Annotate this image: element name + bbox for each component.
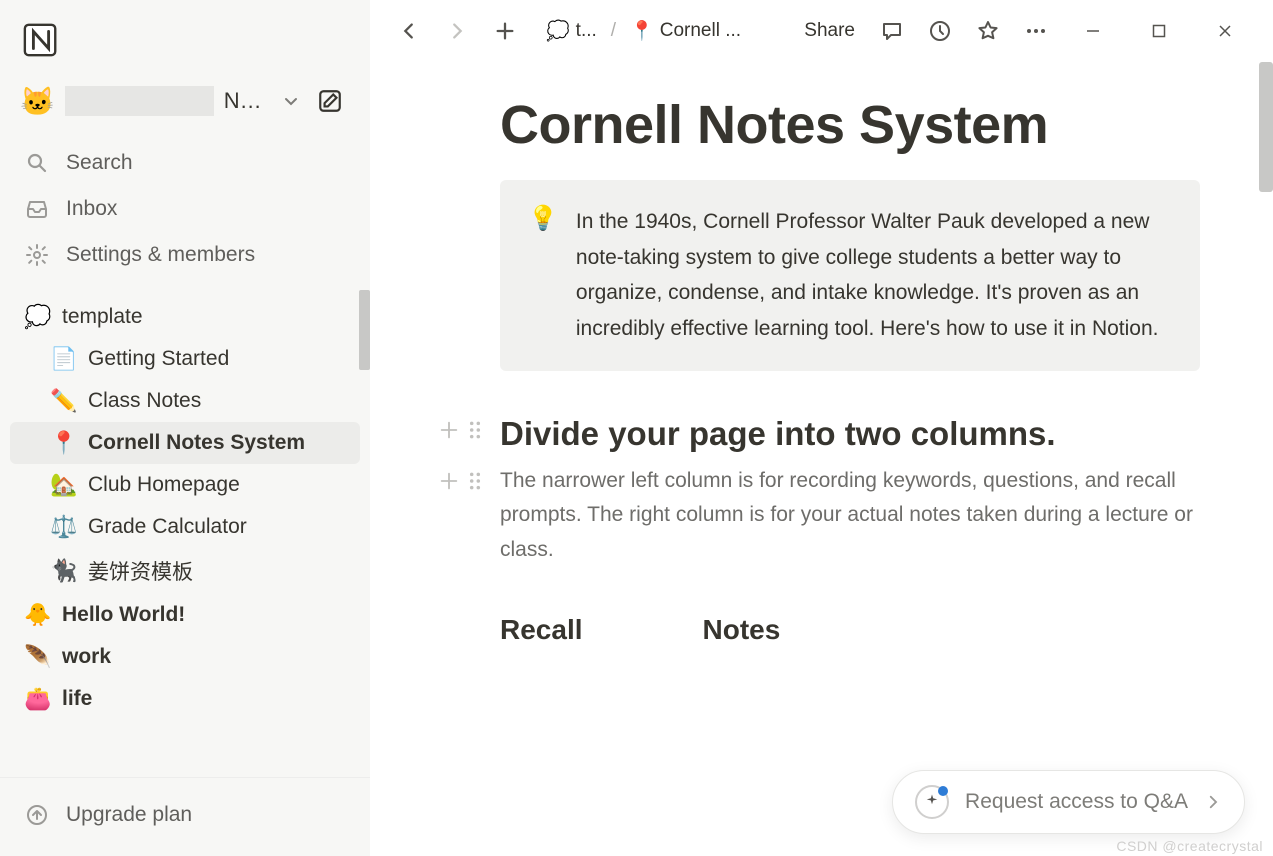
column-heading-recall[interactable]: Recall	[500, 614, 583, 646]
sparkle-icon	[915, 785, 949, 819]
page-emoji-icon: 🐥	[24, 602, 50, 628]
page-label: Club Homepage	[88, 473, 240, 497]
breadcrumb-emoji-icon: 📍	[630, 19, 654, 43]
page-label: Class Notes	[88, 389, 201, 413]
page-content: Cornell Notes System 💡 In the 1940s, Cor…	[370, 62, 1273, 856]
drag-handle-icon[interactable]	[466, 419, 484, 441]
notion-logo-icon[interactable]	[20, 18, 62, 60]
qa-request-button[interactable]: Request access to Q&A	[892, 770, 1245, 834]
inbox-icon	[24, 196, 50, 222]
sidebar-settings[interactable]: Settings & members	[10, 232, 360, 278]
sidebar-page-cookie-template[interactable]: 🐈‍⬛ 姜饼资模板	[10, 548, 360, 594]
page-emoji-icon: ⚖️	[50, 514, 76, 540]
page-emoji-icon: 📍	[50, 430, 76, 456]
page-label: life	[62, 687, 92, 711]
updates-button[interactable]	[919, 10, 961, 52]
sidebar-page-class-notes[interactable]: ✏️ Class Notes	[10, 380, 360, 422]
page-label: template	[62, 305, 143, 329]
page-label: Hello World!	[62, 603, 185, 627]
breadcrumb-parent[interactable]: 💭 t...	[540, 15, 603, 47]
workspace-name-redacted	[65, 86, 214, 116]
page-emoji-icon: ✏️	[50, 388, 76, 414]
add-block-icon[interactable]	[438, 470, 460, 492]
window-close-button[interactable]	[1195, 10, 1255, 52]
sidebar-page-life[interactable]: 👛 life	[10, 678, 360, 720]
callout-block[interactable]: 💡 In the 1940s, Cornell Professor Walter…	[500, 180, 1200, 371]
sidebar-search[interactable]: Search	[10, 140, 360, 186]
sidebar-page-cornell-notes[interactable]: 📍 Cornell Notes System	[10, 422, 360, 464]
sidebar-inbox-label: Inbox	[66, 197, 117, 221]
drag-handle-icon[interactable]	[466, 470, 484, 492]
sidebar-page-grade-calculator[interactable]: ⚖️ Grade Calculator	[10, 506, 360, 548]
search-icon	[24, 150, 50, 176]
sidebar-settings-label: Settings & members	[66, 243, 255, 267]
favorite-button[interactable]	[967, 10, 1009, 52]
upgrade-icon	[24, 802, 50, 828]
watermark: CSDN @createcrystal	[1116, 838, 1263, 854]
breadcrumb-label: t...	[576, 20, 597, 42]
page-emoji-icon: 👛	[24, 686, 50, 712]
sidebar-scrollbar[interactable]	[359, 290, 370, 370]
sidebar: 🐱 No... Search Inbox	[0, 0, 370, 856]
page-label: work	[62, 645, 111, 669]
more-button[interactable]	[1015, 10, 1057, 52]
chevron-right-icon	[1204, 793, 1222, 811]
sidebar-page-club-homepage[interactable]: 🏡 Club Homepage	[10, 464, 360, 506]
workspace-avatar-icon: 🐱	[20, 85, 55, 118]
breadcrumb-label: Cornell ...	[660, 20, 741, 42]
breadcrumb: 💭 t... / 📍 Cornell ...	[540, 15, 747, 47]
chevron-down-icon	[281, 91, 301, 111]
text-block[interactable]: The narrower left column is for recordin…	[500, 464, 1200, 568]
new-page-button[interactable]	[311, 80, 350, 122]
main-area: 💭 t... / 📍 Cornell ... Share	[370, 0, 1273, 856]
window-maximize-button[interactable]	[1129, 10, 1189, 52]
page-label: 姜饼资模板	[88, 556, 193, 586]
new-tab-button[interactable]	[484, 10, 526, 52]
column-heading-notes[interactable]: Notes	[703, 614, 781, 646]
callout-text: In the 1940s, Cornell Professor Walter P…	[576, 204, 1172, 347]
sidebar-page-work[interactable]: 🪶 work	[10, 636, 360, 678]
workspace-switcher[interactable]: 🐱 No...	[0, 68, 370, 134]
share-button[interactable]: Share	[794, 14, 865, 48]
window-minimize-button[interactable]	[1063, 10, 1123, 52]
comments-button[interactable]	[871, 10, 913, 52]
topbar: 💭 t... / 📍 Cornell ... Share	[370, 0, 1273, 62]
nav-back-button[interactable]	[388, 10, 430, 52]
page-label: Cornell Notes System	[88, 431, 305, 455]
workspace-name: No...	[224, 88, 267, 114]
breadcrumb-current[interactable]: 📍 Cornell ...	[624, 15, 747, 47]
page-emoji-icon: 💭	[24, 304, 50, 330]
sidebar-page-hello-world[interactable]: 🐥 Hello World!	[10, 594, 360, 636]
sidebar-page-getting-started[interactable]: 📄 Getting Started	[10, 338, 360, 380]
main-scrollbar[interactable]	[1259, 62, 1273, 192]
sidebar-search-label: Search	[66, 151, 133, 175]
page-emoji-icon: 📄	[50, 346, 76, 372]
page-emoji-icon: 🏡	[50, 472, 76, 498]
qa-label: Request access to Q&A	[965, 790, 1188, 814]
page-label: Getting Started	[88, 347, 229, 371]
gear-icon	[24, 242, 50, 268]
sidebar-page-template[interactable]: 💭 template	[10, 296, 360, 338]
callout-emoji-icon: 💡	[528, 204, 558, 347]
nav-forward-button[interactable]	[436, 10, 478, 52]
breadcrumb-separator: /	[611, 20, 616, 42]
page-label: Grade Calculator	[88, 515, 247, 539]
page-emoji-icon: 🐈‍⬛	[50, 558, 76, 584]
sidebar-inbox[interactable]: Inbox	[10, 186, 360, 232]
page-title[interactable]: Cornell Notes System	[500, 94, 1200, 156]
sidebar-upgrade-plan[interactable]: Upgrade plan	[10, 792, 360, 838]
add-block-icon[interactable]	[438, 419, 460, 441]
upgrade-label: Upgrade plan	[66, 803, 192, 827]
breadcrumb-emoji-icon: 💭	[546, 19, 570, 43]
heading-block[interactable]: Divide your page into two columns.	[500, 413, 1200, 456]
page-emoji-icon: 🪶	[24, 644, 50, 670]
